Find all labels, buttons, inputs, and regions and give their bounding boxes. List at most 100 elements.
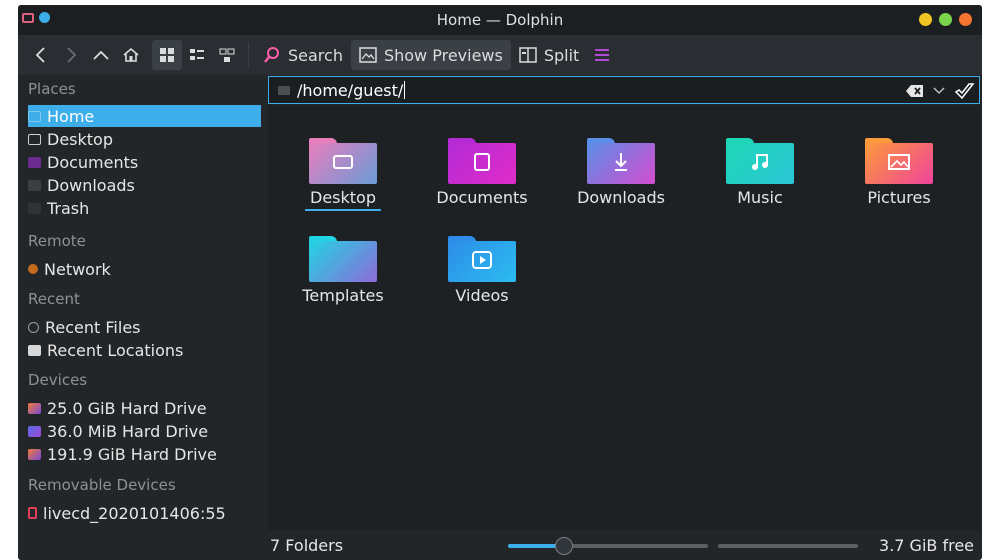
free-space-label: 3.7 GiB free: [879, 536, 974, 555]
text-cursor: [404, 81, 406, 99]
sidebar-item-label: Recent Locations: [47, 340, 184, 360]
details-view-icon: [219, 48, 235, 62]
zoom-slider[interactable]: [508, 537, 708, 555]
hard-drive-icon: [28, 448, 41, 460]
removable-section-title: Removable Devices: [28, 476, 176, 494]
sidebar-item-hard-drive-3[interactable]: 191.9 GiB Hard Drive: [28, 443, 261, 465]
desktop-folder-icon: [309, 138, 377, 184]
recent-files-icon: [28, 321, 39, 333]
hard-drive-icon: [28, 402, 41, 414]
close-button[interactable]: [959, 13, 972, 26]
sidebar-item-home[interactable]: Home: [28, 105, 261, 127]
window-menu[interactable]: [22, 12, 50, 23]
sidebar-item-label: Documents: [47, 152, 139, 172]
hard-drive-icon: [28, 425, 41, 437]
sidebar-item-recent-files[interactable]: Recent Files: [28, 316, 261, 338]
sidebar-item-recent-locations[interactable]: Recent Locations: [28, 339, 261, 361]
icons-view-icon: [160, 48, 174, 62]
dolphin-window: Home — Dolphin Search Show Previews Spli…: [18, 5, 982, 560]
sidebar-item-hard-drive-2[interactable]: 36.0 MiB Hard Drive: [28, 420, 261, 442]
documents-folder-icon: [448, 138, 516, 184]
preview-icon: [359, 47, 377, 63]
compact-view-button[interactable]: [182, 40, 212, 70]
clear-text-icon[interactable]: [905, 83, 925, 99]
sidebar-item-label: Home: [47, 106, 95, 126]
folder-videos[interactable]: Videos: [422, 236, 542, 305]
places-section-title: Places: [28, 80, 76, 98]
pictures-folder-icon: [865, 138, 933, 184]
hamburger-menu-icon: [595, 49, 610, 61]
split-button[interactable]: Split: [511, 40, 587, 70]
sidebar-item-label: Network: [44, 259, 111, 279]
search-button[interactable]: Search: [255, 40, 351, 70]
back-button[interactable]: [26, 40, 56, 70]
toolbar: Search Show Previews Split: [18, 35, 982, 75]
window-title: Home — Dolphin: [436, 11, 564, 29]
up-button[interactable]: [86, 40, 116, 70]
sidebar-item-label: 191.9 GiB Hard Drive: [47, 444, 217, 464]
desktop-icon: [28, 133, 41, 145]
focus-indicator: [305, 209, 381, 211]
location-bar[interactable]: /home/guest/: [268, 76, 980, 104]
zoom-slider-handle[interactable]: [555, 537, 573, 555]
search-icon: [264, 47, 279, 63]
folder-pictures[interactable]: Pictures: [839, 138, 959, 207]
folder-view[interactable]: Desktop Documents Downloads Music Pictur…: [268, 105, 980, 530]
sidebar-item-documents[interactable]: Documents: [28, 151, 261, 173]
keep-above-icon[interactable]: [39, 12, 50, 23]
folder-music[interactable]: Music: [700, 138, 820, 207]
location-actions: [905, 81, 975, 101]
window-menu-icon[interactable]: [22, 12, 34, 23]
sidebar-item-label: Recent Files: [45, 317, 141, 337]
minimize-button[interactable]: [919, 13, 932, 26]
templates-folder-icon: [309, 236, 377, 282]
folder-documents[interactable]: Documents: [422, 138, 542, 207]
sidebar-item-downloads[interactable]: Downloads: [28, 174, 261, 196]
compact-view-icon: [190, 49, 204, 60]
checkmark-icon[interactable]: [953, 81, 975, 101]
show-previews-label: Show Previews: [383, 45, 503, 65]
folder-icon: [278, 85, 290, 95]
folder-label: Pictures: [867, 188, 931, 207]
sidebar-item-trash[interactable]: Trash: [28, 197, 261, 219]
folder-label: Music: [737, 188, 783, 207]
chevron-left-icon: [35, 47, 45, 63]
documents-icon: [28, 156, 41, 168]
sidebar-item-label: Downloads: [47, 175, 135, 195]
icons-view-button[interactable]: [152, 40, 182, 70]
chevron-down-icon[interactable]: [933, 86, 945, 96]
folder-downloads[interactable]: Downloads: [561, 138, 681, 207]
downloads-icon: [28, 179, 41, 191]
devices-section-title: Devices: [28, 371, 88, 389]
toolbar-separator: [248, 42, 249, 68]
details-view-button[interactable]: [212, 40, 242, 70]
disk-space-fill: [718, 544, 849, 548]
sidebar-item-label: Desktop: [47, 129, 113, 149]
downloads-folder-icon: [587, 138, 655, 184]
folder-desktop[interactable]: Desktop: [283, 138, 403, 211]
sidebar-item-livecd[interactable]: livecd_2020101406:55: [28, 502, 261, 524]
location-input[interactable]: /home/guest/: [297, 81, 403, 100]
title-bar: Home — Dolphin: [18, 5, 982, 35]
home-icon: [123, 47, 139, 62]
hamburger-menu-button[interactable]: [587, 40, 617, 70]
maximize-button[interactable]: [939, 13, 952, 26]
sidebar-item-hard-drive-1[interactable]: 25.0 GiB Hard Drive: [28, 397, 261, 419]
home-button[interactable]: [116, 40, 146, 70]
sidebar-item-label: 25.0 GiB Hard Drive: [47, 398, 207, 418]
sidebar-item-desktop[interactable]: Desktop: [28, 128, 261, 150]
disk-space-bar[interactable]: [718, 544, 858, 548]
videos-folder-icon: [448, 236, 516, 282]
remote-section-title: Remote: [28, 232, 86, 250]
search-label: Search: [288, 45, 343, 65]
show-previews-button[interactable]: Show Previews: [350, 40, 511, 70]
sidebar-item-label: Trash: [47, 198, 90, 218]
sidebar-item-network[interactable]: Network: [28, 258, 261, 280]
status-bar: 7 Folders 3.7 GiB free: [268, 531, 980, 560]
sidebar-item-label: 36.0 MiB Hard Drive: [47, 421, 209, 441]
music-folder-icon: [726, 138, 794, 184]
forward-button[interactable]: [56, 40, 86, 70]
trash-icon: [28, 202, 41, 214]
folder-templates[interactable]: Templates: [283, 236, 403, 305]
window-controls: [919, 13, 972, 26]
